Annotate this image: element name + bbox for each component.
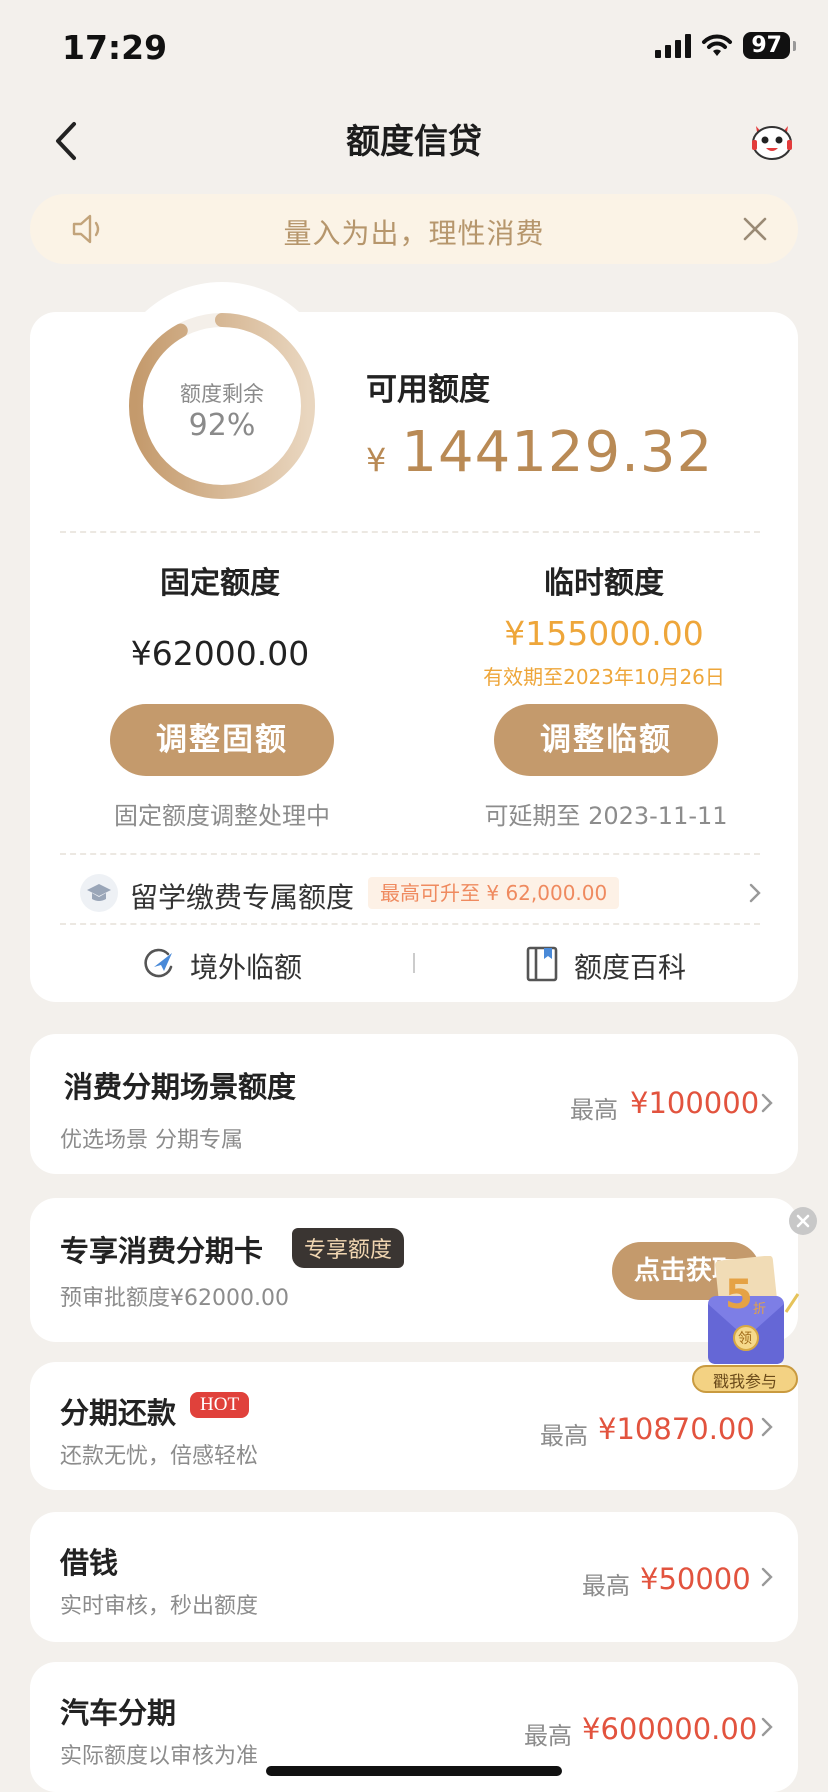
- wifi-icon: [702, 34, 733, 56]
- chevron-right-icon[interactable]: [760, 1092, 774, 1114]
- car-title: 汽车分期: [60, 1696, 177, 1730]
- link-divider: [413, 953, 415, 973]
- fixed-status: 固定额度调整处理中: [114, 802, 330, 830]
- graduation-cap-icon: [80, 874, 118, 912]
- fixed-amount: ¥62000.00: [130, 634, 310, 673]
- study-abroad-label[interactable]: 留学缴费专属额度: [130, 876, 354, 916]
- exclusive-tag: 专享额度: [292, 1228, 405, 1268]
- fixed-title: 固定额度: [160, 566, 280, 601]
- divider: [60, 531, 760, 533]
- divider: [60, 923, 760, 925]
- available-label: 可用额度: [366, 372, 490, 408]
- installment-max-value: ¥10870.00: [598, 1412, 755, 1446]
- installment-title: 分期还款: [60, 1396, 177, 1430]
- borrow-title: 借钱: [60, 1546, 119, 1580]
- available-amount-value: 144129.32: [401, 420, 714, 485]
- promo-caption: 戳我参与: [712, 1372, 777, 1391]
- promo-number: 5: [725, 1272, 753, 1318]
- exclusive-title: 专享消费分期卡: [60, 1234, 264, 1268]
- study-abroad-tag: 最高可升至 ¥ 62,000.00: [368, 877, 620, 909]
- status-time: 17:29: [62, 28, 168, 67]
- notice-text: 量入为出，理性消费: [283, 217, 545, 250]
- adjust-fixed-button[interactable]: 调整固额: [110, 704, 334, 776]
- car-max-value: ¥600000.00: [582, 1712, 758, 1746]
- installment-max-label: 最高: [540, 1422, 588, 1450]
- temp-amount: ¥155000.00: [504, 614, 704, 653]
- temp-valid: 有效期至2023年10月26日: [483, 665, 725, 689]
- home-indicator: [266, 1766, 562, 1776]
- adjust-temp-button[interactable]: 调整临额: [494, 704, 718, 776]
- car-subtitle: 实际额度以审核为准: [60, 1744, 259, 1769]
- temp-extend: 可延期至 2023-11-11: [484, 802, 728, 830]
- borrow-max-label: 最高: [582, 1572, 630, 1600]
- battery-indicator: 97: [743, 32, 796, 59]
- installment-subtitle: 还款无忧，倍感轻松: [60, 1444, 259, 1469]
- chevron-right-icon[interactable]: [760, 1566, 774, 1588]
- promo-small-text: 折: [753, 1302, 767, 1317]
- book-icon[interactable]: [524, 945, 560, 983]
- promo-close-icon[interactable]: [789, 1207, 817, 1235]
- page-title: 额度信贷: [346, 122, 482, 162]
- borrow-max-value: ¥50000: [640, 1562, 751, 1596]
- chevron-right-icon[interactable]: [748, 882, 762, 904]
- credit-wiki-link[interactable]: 额度百科: [574, 946, 686, 986]
- scene-subtitle: 优选场景 分期专属: [60, 1128, 243, 1153]
- car-max-label: 最高: [524, 1722, 572, 1750]
- chevron-right-icon[interactable]: [760, 1416, 774, 1438]
- scene-max-label: 最高: [570, 1096, 618, 1124]
- temp-title: 临时额度: [544, 566, 664, 601]
- scene-title: 消费分期场景额度: [64, 1070, 297, 1104]
- ring-label: 额度剩余: [180, 382, 264, 406]
- overseas-temp-link[interactable]: 境外临额: [190, 946, 302, 986]
- status-icons: 97: [655, 32, 796, 59]
- notice-bar: 量入为出，理性消费: [30, 194, 798, 264]
- scene-max-value: ¥100000: [630, 1086, 760, 1120]
- available-amount: ¥144129.32: [366, 420, 713, 485]
- ring-value: 92%: [188, 408, 256, 443]
- borrow-subtitle: 实时审核，秒出额度: [60, 1594, 259, 1619]
- divider: [60, 853, 760, 855]
- currency-symbol: ¥: [366, 441, 388, 479]
- overseas-plane-icon[interactable]: [140, 945, 178, 983]
- hot-badge: HOT: [190, 1392, 250, 1418]
- promo-claim-text: 领: [738, 1331, 752, 1347]
- exclusive-subtitle: 预审批额度¥62000.00: [60, 1286, 289, 1311]
- mascot-icon[interactable]: [748, 116, 796, 164]
- chevron-right-icon[interactable]: [760, 1716, 774, 1738]
- close-icon[interactable]: [738, 212, 772, 246]
- cellular-signal-icon: [655, 33, 692, 58]
